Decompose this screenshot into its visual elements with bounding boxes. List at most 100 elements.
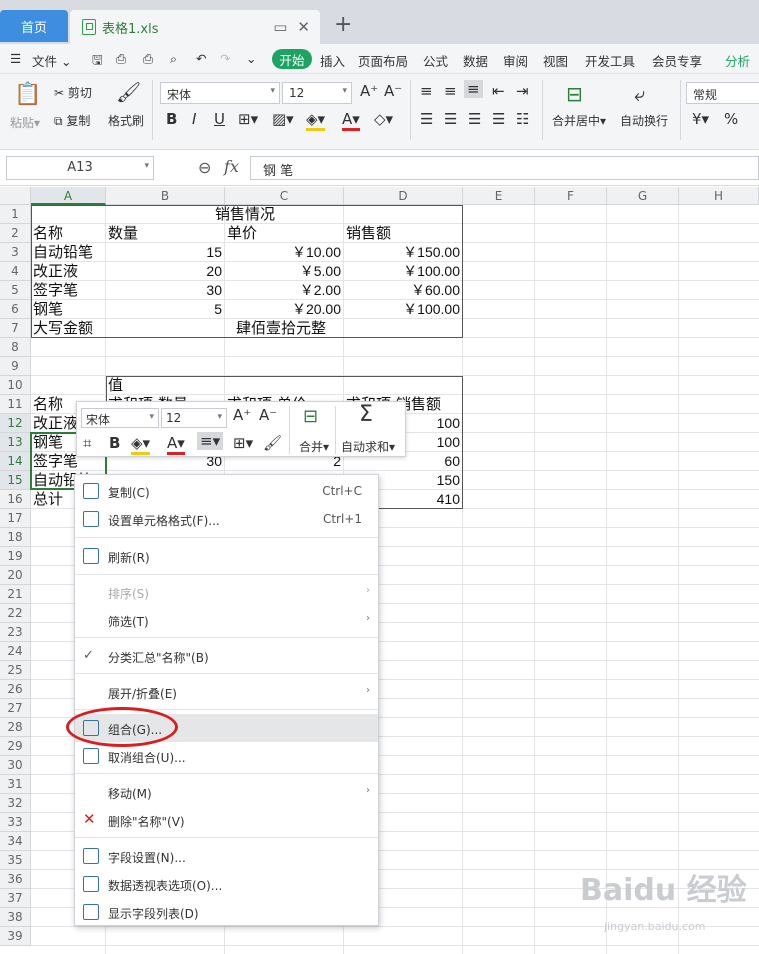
menu-formula[interactable]: 公式 [423,51,448,70]
menu-subtotal[interactable]: ✓ 分类汇总"名称"(B) [75,642,378,670]
row-header[interactable]: 15 [0,471,31,490]
merge-center-button[interactable]: 合并居中▾ [552,112,606,129]
menu-home[interactable]: 开始 [272,49,312,69]
currency-button[interactable]: ¥▾ [692,110,709,128]
align-center-icon[interactable]: ☰ [444,110,457,128]
row-header[interactable]: 7 [0,319,31,338]
row-header[interactable]: 25 [0,661,31,680]
row-header[interactable]: 28 [0,718,31,737]
align-middle-icon[interactable]: ≡ [444,82,457,100]
copy-button[interactable]: ⧉ 复制 [54,112,90,129]
preview-icon[interactable]: ⌕ [170,51,177,67]
menu-pivot-options[interactable]: 数据透视表选项(O)... [75,870,378,898]
format-painter-icon[interactable]: 🖌 [116,80,141,104]
font-grow-icon[interactable]: A⁺ [360,82,378,100]
paste-icon[interactable]: 📋 [14,82,41,107]
row-header[interactable]: 21 [0,585,31,604]
font-select[interactable]: 宋体 ▾ [160,82,280,104]
column-header-e[interactable]: E [463,187,535,205]
print-icon[interactable]: ⎙ [143,51,153,67]
row-header[interactable]: 11 [0,395,31,414]
menu-developer[interactable]: 开发工具 [585,51,635,70]
fx-button[interactable]: fx [224,157,239,176]
menu-delete[interactable]: ✕ 删除"名称"(V) [75,806,378,834]
row-header[interactable]: 24 [0,642,31,661]
mini-format-painter-icon[interactable]: 🖌 [263,434,282,452]
row-header[interactable]: 16 [0,490,31,509]
export-icon[interactable]: ⎙ [116,51,126,67]
column-header-b[interactable]: B [106,187,225,205]
align-top-icon[interactable]: ≡ [420,82,433,100]
indent-increase-icon[interactable]: ⇥ [516,82,529,100]
tab-home[interactable]: 首页 [0,10,68,42]
row-header[interactable]: 18 [0,528,31,547]
row-header[interactable]: 8 [0,338,31,357]
underline-button[interactable]: U [214,110,225,128]
redo-icon[interactable]: ↷ [220,51,230,66]
row-header[interactable]: 29 [0,737,31,756]
mini-border-icon[interactable]: ⊞▾ [233,434,253,452]
row-header[interactable]: 39 [0,927,31,946]
font-shrink-icon[interactable]: A⁻ [384,82,402,100]
column-header-g[interactable]: G [607,187,679,205]
justify-icon[interactable]: ☰ [492,110,505,128]
row-header[interactable]: 33 [0,813,31,832]
merge-icon[interactable]: ⊟ [566,82,583,106]
number-format-select[interactable]: 常规 [686,82,759,104]
row-header[interactable]: 34 [0,832,31,851]
row-header[interactable]: 2 [0,224,31,243]
row-header[interactable]: 37 [0,889,31,908]
mini-bold-button[interactable]: B [109,434,120,452]
row-header[interactable]: 19 [0,547,31,566]
column-header-h[interactable]: H [679,187,759,205]
cut-button[interactable]: ✂ 剪切 [54,84,92,101]
bold-button[interactable]: B [166,110,177,128]
formula-input[interactable]: 钢 笔 [250,156,759,180]
percent-button[interactable]: % [724,110,738,128]
font-color-icon[interactable]: A▾ [342,110,360,131]
menu-file[interactable]: 文件 ⌄ [32,51,71,70]
menu-filter[interactable]: 筛选(T) › [75,606,378,634]
row-header[interactable]: 4 [0,262,31,281]
align-left-icon[interactable]: ☰ [420,110,433,128]
mini-font-grow-icon[interactable]: A⁺ [233,406,251,424]
row-header[interactable]: 9 [0,357,31,376]
row-header[interactable]: 30 [0,756,31,775]
mini-align-icon[interactable]: ≡▾ [197,432,224,450]
menu-view[interactable]: 视图 [543,51,568,70]
menu-copy[interactable]: 复制(C) Ctrl+C [75,477,378,505]
mini-select-icon[interactable]: ⌗ [83,434,91,452]
paste-button[interactable]: 粘贴▾ [10,114,40,131]
menu-move[interactable]: 移动(M) › [75,778,378,806]
menu-analyze[interactable]: 分析 [725,51,750,70]
wrap-text-button[interactable]: 自动换行 [620,112,668,129]
menu-format-cells[interactable]: 设置单元格格式(F)... Ctrl+1 [75,505,378,533]
distributed-icon[interactable]: ☷ [516,110,529,128]
row-header[interactable]: 22 [0,604,31,623]
column-header-a[interactable]: A [31,187,106,205]
fill-pattern-icon[interactable]: ▨▾ [272,110,294,128]
row-header[interactable]: 26 [0,680,31,699]
more-icon[interactable]: ⌄ [246,51,256,66]
undo-icon[interactable]: ↶ [196,51,206,66]
wrap-icon[interactable]: ⤶ [634,82,645,106]
column-header-f[interactable]: F [535,187,607,205]
select-all[interactable] [0,187,31,205]
window-icon[interactable]: ▭ [273,18,287,36]
column-header-d[interactable]: D [344,187,463,205]
font-size-select[interactable]: 12 ▾ [282,82,352,104]
row-header[interactable]: 14 [0,452,31,471]
menu-data[interactable]: 数据 [463,51,488,70]
tab-file[interactable]: 表格1.xls ▭ ✕ [70,10,320,44]
align-right-icon[interactable]: ☰ [468,110,481,128]
new-tab-button[interactable]: + [334,12,352,37]
row-header[interactable]: 3 [0,243,31,262]
zoom-icon[interactable]: ⊖ [198,158,211,177]
menu-insert[interactable]: 插入 [320,51,345,70]
align-bottom-icon[interactable]: ≡ [464,80,483,98]
hamburger-icon[interactable]: ☰ [10,51,21,66]
row-header[interactable]: 1 [0,205,31,224]
mini-font-shrink-icon[interactable]: A⁻ [259,406,277,424]
italic-button[interactable]: I [192,110,196,128]
menu-expand-collapse[interactable]: 展开/折叠(E) › [75,678,378,706]
